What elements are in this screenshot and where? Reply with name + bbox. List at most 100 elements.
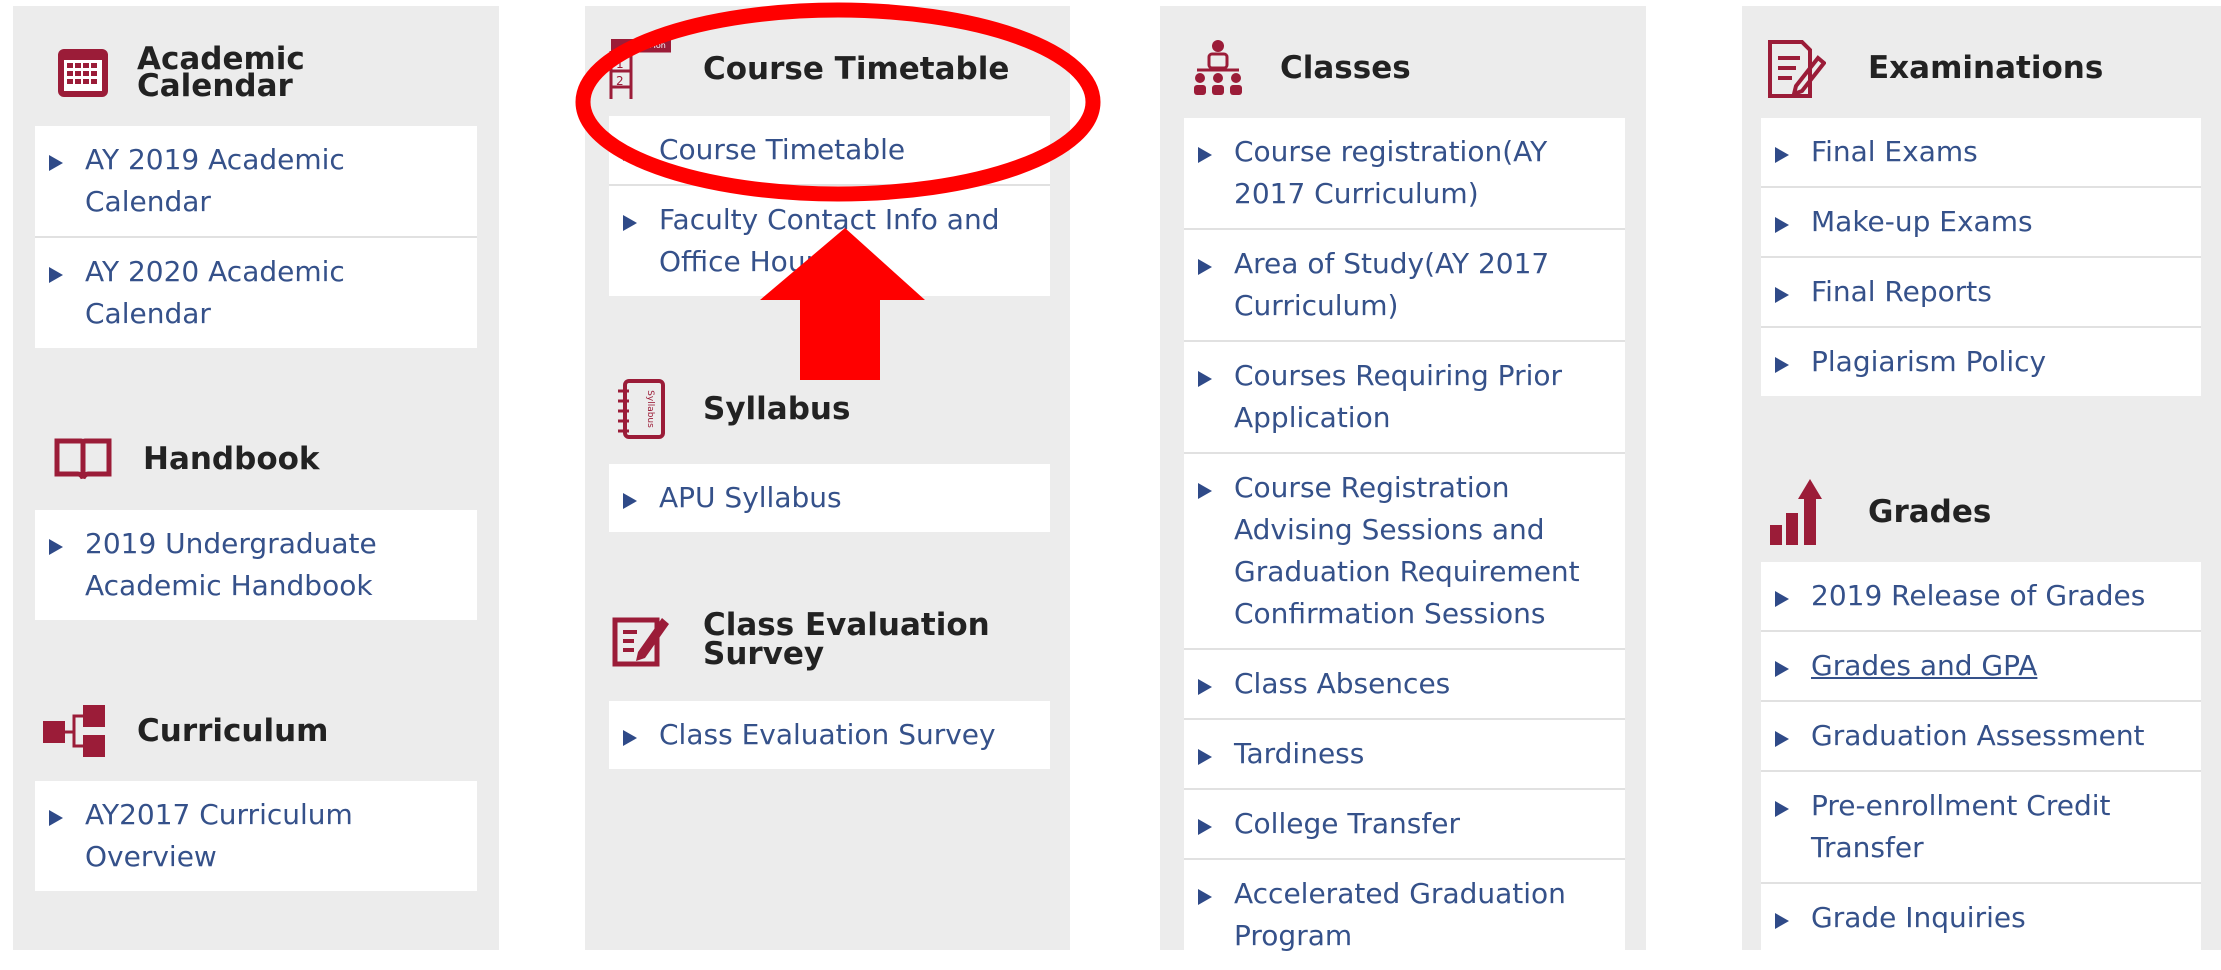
arrow-right-icon [623, 730, 637, 746]
menu-link[interactable]: Final Exams [1761, 118, 2201, 188]
menu-link[interactable]: APU Syllabus [609, 464, 1050, 532]
menu-link[interactable]: Courses Requiring Prior Application [1184, 342, 1625, 454]
link-label: Class Evaluation Survey [659, 718, 996, 751]
section-title: Curriculum [137, 712, 329, 749]
arrow-right-icon [49, 810, 63, 826]
menu-link[interactable]: Graduation Assessment [1761, 702, 2201, 772]
arrow-right-icon [1198, 889, 1212, 905]
menu-link[interactable]: Course registration(AY 2017 Curriculum) [1184, 118, 1625, 230]
menu-link[interactable]: Faculty Contact Info and Office Hours [609, 186, 1050, 296]
link-label: Area of Study(AY 2017 Curriculum) [1234, 247, 1550, 322]
menu-column-3: Classes Course registration(AY 2017 Curr… [1160, 6, 1646, 970]
link-label: Tardiness [1234, 737, 1365, 770]
menu-link[interactable]: Pre-enrollment Credit Transfer [1761, 772, 2201, 884]
section-title: Examinations [1868, 49, 2104, 86]
menu-link[interactable]: Make-up Exams [1761, 188, 2201, 258]
section-title: Handbook [143, 440, 320, 477]
menu-link[interactable]: College Transfer [1184, 790, 1625, 860]
arrow-right-icon [623, 215, 637, 231]
section-header-course-timetable: Mon 1 2 Course Timetable [609, 34, 1009, 104]
menu-column-1: Academic Calendar AY 2019 Academic Calen… [13, 6, 499, 950]
link-list: APU Syllabus [609, 464, 1050, 532]
menu-link[interactable]: Plagiarism Policy [1761, 328, 2201, 396]
link-label: Course Timetable [659, 133, 906, 166]
section-header-grades: Grades [1764, 472, 1991, 552]
arrow-right-icon [1775, 661, 1789, 677]
link-label: Grade Inquiries [1811, 901, 2026, 934]
exam-document-icon [1764, 36, 1828, 100]
menu-link[interactable]: Grades and GPA [1761, 632, 2201, 702]
menu-link[interactable]: 2019 Undergraduate Academic Handbook [35, 510, 477, 620]
link-list: 2019 Release of Grades Grades and GPA Gr… [1761, 562, 2201, 952]
menu-link[interactable]: AY 2019 Academic Calendar [35, 126, 477, 238]
link-label: Make-up Exams [1811, 205, 2033, 238]
section-header-class-evaluation-survey: Class Evaluation Survey [609, 600, 990, 680]
arrow-right-icon [1775, 731, 1789, 747]
section-title: Grades [1868, 493, 1992, 530]
arrow-right-icon [1198, 147, 1212, 163]
link-label: Final Reports [1811, 275, 1992, 308]
link-label: College Transfer [1234, 807, 1460, 840]
menu-link[interactable]: 2019 Release of Grades [1761, 562, 2201, 632]
menu-link[interactable]: Final Reports [1761, 258, 2201, 328]
arrow-right-icon [1775, 287, 1789, 303]
link-label: Class Absences [1234, 667, 1451, 700]
link-label: Faculty Contact Info and Office Hours [659, 203, 1000, 278]
link-label: Grades and GPA [1811, 649, 2038, 682]
arrow-right-icon [1198, 259, 1212, 275]
menu-link[interactable]: Tardiness [1184, 720, 1625, 790]
arrow-right-icon [1198, 483, 1212, 499]
menu-link[interactable]: AY 2020 Academic Calendar [35, 238, 477, 348]
arrow-right-icon [1775, 357, 1789, 373]
section-title: Academic Calendar [137, 41, 305, 104]
link-list: Course registration(AY 2017 Curriculum) … [1184, 118, 1625, 970]
link-list: Course Timetable Faculty Contact Info an… [609, 116, 1050, 296]
menu-link[interactable]: Accelerated Graduation Program [1184, 860, 1625, 970]
arrow-right-icon [1775, 591, 1789, 607]
section-header-handbook: Handbook [51, 424, 320, 494]
arrow-right-icon [1198, 679, 1212, 695]
link-label: AY 2019 Academic Calendar [85, 143, 345, 218]
link-label: Accelerated Graduation Program [1234, 877, 1566, 952]
menu-link[interactable]: Course Registration Advising Sessions an… [1184, 454, 1625, 650]
svg-text:1: 1 [616, 57, 624, 71]
link-list: 2019 Undergraduate Academic Handbook [35, 510, 477, 620]
arrow-right-icon [1198, 371, 1212, 387]
link-label: Pre-enrollment Credit Transfer [1811, 789, 2111, 864]
link-label: AY2017 Curriculum Overview [85, 798, 353, 873]
arrow-right-icon [623, 145, 637, 161]
link-label: 2019 Undergraduate Academic Handbook [85, 527, 377, 602]
link-label: Courses Requiring Prior Application [1234, 359, 1563, 434]
arrow-right-icon [49, 539, 63, 555]
link-label: Final Exams [1811, 135, 1978, 168]
menu-link[interactable]: AY2017 Curriculum Overview [35, 781, 477, 891]
link-label: Course registration(AY 2017 Curriculum) [1234, 135, 1548, 210]
timetable-icon: Mon 1 2 [609, 37, 673, 101]
link-list: Final Exams Make-up Exams Final Reports … [1761, 118, 2201, 396]
arrow-right-icon [1775, 913, 1789, 929]
calendar-icon [51, 41, 115, 105]
menu-link[interactable]: Class Absences [1184, 650, 1625, 720]
arrow-right-icon [1775, 801, 1789, 817]
link-list: AY 2019 Academic Calendar AY 2020 Academ… [35, 126, 477, 348]
curriculum-tree-icon [43, 699, 107, 763]
menu-link[interactable]: Area of Study(AY 2017 Curriculum) [1184, 230, 1625, 342]
section-title: Syllabus [703, 390, 851, 427]
svg-text:Mon: Mon [649, 41, 666, 50]
section-header-curriculum: Curriculum [43, 696, 328, 766]
menu-link[interactable]: Grade Inquiries [1761, 884, 2201, 952]
link-list: AY2017 Curriculum Overview [35, 781, 477, 891]
arrow-right-icon [49, 155, 63, 171]
section-title: Course Timetable [703, 50, 1010, 87]
book-icon [51, 427, 115, 491]
menu-link[interactable]: Course Timetable [609, 116, 1050, 186]
arrow-right-icon [1198, 749, 1212, 765]
link-label: Course Registration Advising Sessions an… [1234, 471, 1580, 630]
svg-text:Syllabus: Syllabus [645, 390, 655, 428]
menu-column-4: Examinations Final Exams Make-up Exams F… [1742, 6, 2221, 952]
menu-link[interactable]: Class Evaluation Survey [609, 701, 1050, 769]
section-title: Class Evaluation Survey [703, 607, 990, 672]
arrow-right-icon [49, 267, 63, 283]
link-label: AY 2020 Academic Calendar [85, 255, 345, 330]
section-header-academic-calendar: Academic Calendar [51, 38, 305, 108]
